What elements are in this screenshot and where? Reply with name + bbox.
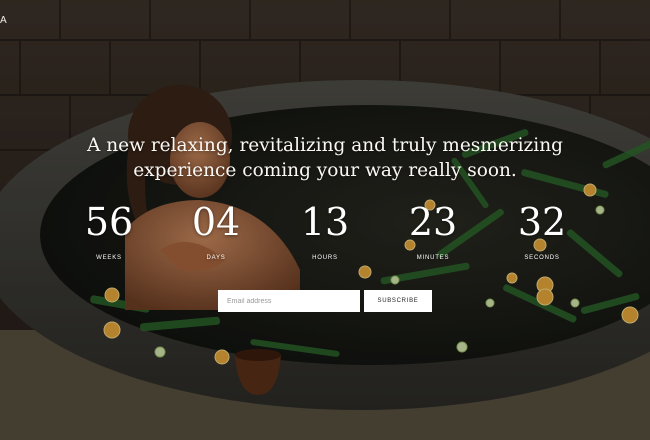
email-field[interactable]: [218, 290, 360, 312]
countdown-label: MINUTES: [416, 255, 450, 261]
countdown-label: WEEKS: [96, 255, 122, 261]
countdown-minutes: 23 MINUTES: [393, 200, 473, 261]
headline-line-2: experience coming your way really soon.: [133, 160, 517, 181]
hero-background: A A new relaxing, revitalizing and truly…: [0, 0, 650, 440]
countdown-seconds: 32 SECONDS: [502, 200, 582, 261]
countdown-value: 23: [408, 200, 458, 244]
page-headline: A new relaxing, revitalizing and truly m…: [60, 133, 590, 183]
countdown-days: 04 DAYS: [176, 200, 256, 261]
countdown-value: 32: [517, 200, 567, 244]
countdown-value: 04: [191, 200, 241, 244]
countdown-hours: 13 HOURS: [285, 200, 365, 261]
brand-logo[interactable]: A: [0, 15, 30, 29]
countdown-weeks: 56 WEEKS: [69, 200, 149, 261]
countdown-label: DAYS: [206, 255, 226, 261]
countdown-value: 56: [84, 200, 134, 244]
countdown-label: HOURS: [312, 255, 338, 261]
subscribe-button[interactable]: SUBSCRIBE: [364, 290, 432, 312]
headline-line-1: A new relaxing, revitalizing and truly m…: [87, 135, 563, 156]
countdown-label: SECONDS: [524, 255, 560, 261]
countdown-value: 13: [300, 200, 350, 244]
